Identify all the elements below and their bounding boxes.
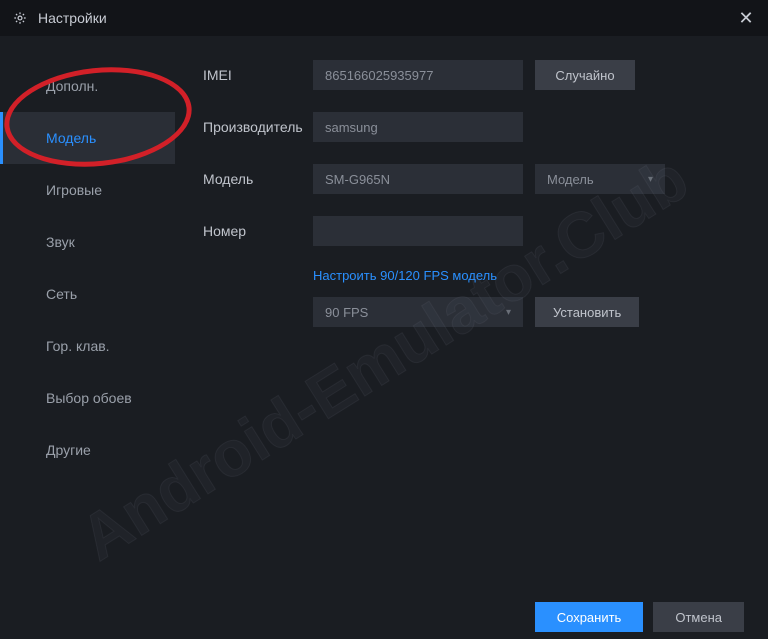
fps-select-value: 90 FPS <box>325 305 368 320</box>
model-input[interactable] <box>313 164 523 194</box>
sidebar-item-other[interactable]: Другие <box>0 424 175 476</box>
content-panel: IMEI Случайно Производитель Модель Модел… <box>175 36 768 596</box>
sidebar-item-label: Модель <box>46 130 96 146</box>
window-title: Настройки <box>38 10 107 26</box>
install-button[interactable]: Установить <box>535 297 639 327</box>
sidebar-item-hotkeys[interactable]: Гор. клав. <box>0 320 175 372</box>
cancel-button[interactable]: Отмена <box>653 602 744 632</box>
sidebar-item-sound[interactable]: Звук <box>0 216 175 268</box>
model-select-label: Модель <box>547 172 594 187</box>
imei-label: IMEI <box>203 67 313 83</box>
manufacturer-label: Производитель <box>203 119 313 135</box>
fps-select[interactable]: 90 FPS ▾ <box>313 297 523 327</box>
fps-config-link[interactable]: Настроить 90/120 FPS модель <box>313 268 732 283</box>
sidebar-item-game[interactable]: Игровые <box>0 164 175 216</box>
gear-icon <box>12 10 28 26</box>
chevron-down-icon: ▾ <box>648 174 653 185</box>
sidebar-item-label: Сеть <box>46 286 77 302</box>
manufacturer-input[interactable] <box>313 112 523 142</box>
model-select[interactable]: Модель ▾ <box>535 164 665 194</box>
sidebar-item-label: Дополн. <box>46 78 98 94</box>
footer: Сохранить Отмена <box>0 595 768 639</box>
sidebar-item-label: Другие <box>46 442 91 458</box>
random-button[interactable]: Случайно <box>535 60 635 90</box>
fps-section: Настроить 90/120 FPS модель 90 FPS ▾ Уст… <box>313 268 732 327</box>
sidebar-item-model[interactable]: Модель <box>0 112 175 164</box>
close-icon[interactable]: ✕ <box>736 8 756 28</box>
sidebar: Дополн. Модель Игровые Звук Сеть Гор. кл… <box>0 36 175 596</box>
sidebar-item-additional[interactable]: Дополн. <box>0 60 175 112</box>
titlebar: Настройки ✕ <box>0 0 768 36</box>
number-label: Номер <box>203 223 313 239</box>
row-manufacturer: Производитель <box>203 112 732 142</box>
save-button[interactable]: Сохранить <box>535 602 644 632</box>
row-number: Номер <box>203 216 732 246</box>
chevron-down-icon: ▾ <box>506 307 511 318</box>
row-model: Модель Модель ▾ <box>203 164 732 194</box>
number-input[interactable] <box>313 216 523 246</box>
sidebar-item-label: Звук <box>46 234 75 250</box>
sidebar-item-wallpaper[interactable]: Выбор обоев <box>0 372 175 424</box>
row-imei: IMEI Случайно <box>203 60 732 90</box>
model-label: Модель <box>203 171 313 187</box>
sidebar-item-label: Выбор обоев <box>46 390 132 406</box>
sidebar-item-network[interactable]: Сеть <box>0 268 175 320</box>
imei-input[interactable] <box>313 60 523 90</box>
sidebar-item-label: Игровые <box>46 182 102 198</box>
sidebar-item-label: Гор. клав. <box>46 338 110 354</box>
